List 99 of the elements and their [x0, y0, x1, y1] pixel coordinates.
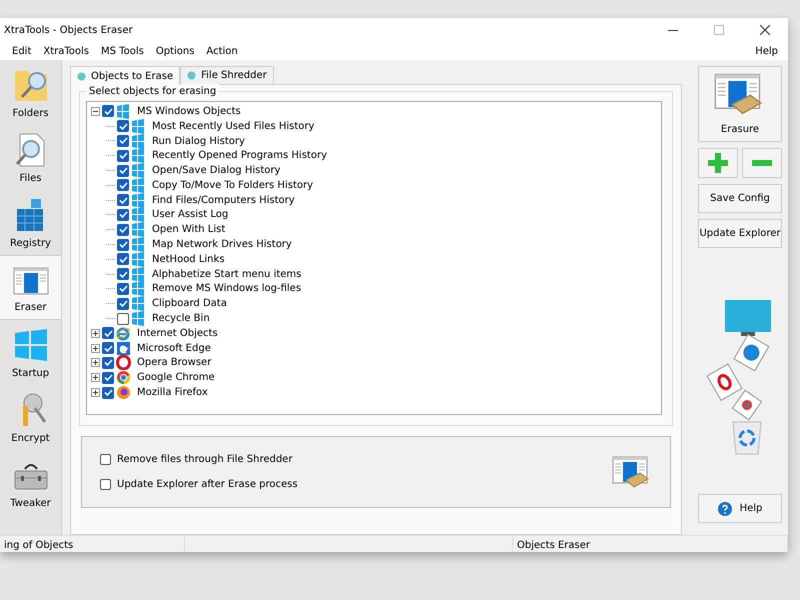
checkbox-label[interactable]: Remove files through File Shredder [117, 452, 292, 467]
tree-item-label[interactable]: Find Files/Computers History [152, 192, 295, 208]
windows-logo-icon [131, 163, 146, 178]
help-icon [718, 502, 732, 516]
menu-item[interactable]: Action [206, 44, 238, 58]
checkbox[interactable] [100, 479, 111, 490]
expand-icon[interactable] [91, 344, 100, 353]
windows-logo-icon [131, 178, 146, 193]
group-title: Select objects for erasing [86, 84, 220, 99]
firefox-logo-icon [116, 385, 131, 400]
opera-logo-icon [116, 355, 131, 370]
menu-item[interactable]: Options [156, 44, 194, 58]
checkbox[interactable] [102, 386, 114, 399]
window-title: XtraTools - Objects Eraser [4, 24, 133, 38]
save-config-button[interactable]: Save Config [698, 184, 782, 213]
checkbox[interactable] [102, 372, 114, 384]
checkbox[interactable] [117, 298, 129, 310]
menu-item[interactable]: Edit [12, 44, 32, 58]
tree-item-label[interactable]: Copy To/Move To Folders History [152, 178, 314, 193]
menu-item[interactable]: Help [755, 44, 778, 58]
windows-logo-icon [131, 252, 146, 267]
collapse-icon[interactable] [91, 106, 100, 116]
expand-icon[interactable] [91, 328, 100, 338]
checkbox[interactable] [117, 134, 129, 147]
tree-item-label[interactable]: Mozilla Firefox [137, 385, 208, 400]
tree-item-label[interactable]: Open With List [152, 222, 226, 238]
tree-item-label[interactable]: Recently Opened Programs History [152, 148, 327, 164]
checkbox[interactable] [102, 105, 114, 118]
checkbox[interactable] [102, 342, 114, 354]
eraser-window-icon [12, 265, 48, 297]
windows-logo-icon [131, 311, 146, 326]
bullet-icon [77, 72, 86, 80]
checkbox-label[interactable]: Update Explorer after Erase process [117, 477, 298, 492]
update-explorer-button[interactable]: Update Explorer [698, 219, 782, 248]
sidebar-item[interactable]: Eraser [0, 255, 61, 320]
tree-item-label[interactable]: NetHood Links [152, 252, 225, 267]
tree-item-label[interactable]: Map Network Drives History [152, 237, 292, 252]
windows-logo-icon [131, 192, 146, 208]
help-button[interactable]: Help [698, 494, 782, 523]
checkbox[interactable] [117, 194, 129, 206]
bullet-icon [187, 71, 196, 80]
sidebar-item[interactable]: Startup [0, 320, 61, 385]
status-text: Objects Eraser [513, 536, 788, 552]
sidebar-item[interactable]: Folders [0, 60, 61, 125]
checkbox[interactable] [117, 208, 129, 221]
checkbox[interactable] [117, 150, 129, 162]
checkbox[interactable] [117, 253, 129, 266]
tree-item-label[interactable]: Alphabetize Start menu items [152, 266, 302, 282]
tree-item-label[interactable]: Microsoft Edge [137, 340, 211, 356]
checkbox[interactable] [102, 327, 114, 340]
checkbox[interactable] [117, 282, 129, 295]
tab[interactable]: File Shredder [180, 66, 274, 84]
checkbox[interactable] [117, 164, 129, 177]
status-text: ing of Objects [0, 536, 185, 552]
menu-item[interactable]: XtraTools [43, 44, 90, 58]
sidebar-item[interactable]: Tweaker [0, 450, 61, 515]
windows-logo-icon [116, 104, 131, 119]
expand-icon[interactable] [91, 358, 100, 368]
menu-item[interactable]: MS Tools [101, 44, 144, 58]
tree-item-label[interactable]: Opera Browser [137, 355, 212, 370]
tree-item-label[interactable]: Open/Save Dialog History [152, 163, 280, 178]
windows-logo-icon [131, 207, 146, 222]
checkbox[interactable] [117, 120, 129, 132]
windows-logo-icon [131, 148, 146, 164]
tree-item-label[interactable]: Clipboard Data [152, 296, 227, 312]
close-icon[interactable] [760, 24, 770, 35]
windows-logo-icon [131, 237, 146, 252]
expand-icon[interactable] [91, 388, 100, 398]
windows-logo-icon [131, 281, 146, 296]
tree-item-label[interactable]: Internet Objects [137, 326, 218, 341]
tree-item-label[interactable]: Run Dialog History [152, 134, 245, 148]
tree-item-label[interactable]: Google Chrome [137, 370, 215, 386]
tree-item-label[interactable]: Most Recently Used Files History [152, 118, 314, 134]
minus-icon [752, 158, 772, 167]
tab[interactable]: Objects to Erase [70, 66, 180, 85]
checkbox[interactable] [117, 238, 129, 251]
checkbox[interactable] [117, 179, 129, 192]
checkbox[interactable] [100, 454, 111, 465]
tree-item-label[interactable]: MS Windows Objects [137, 104, 241, 119]
tree-item-label[interactable]: Recycle Bin [152, 311, 210, 326]
windows-logo-icon [131, 222, 146, 238]
expand-icon[interactable] [91, 373, 100, 382]
windows-logo-icon [131, 118, 146, 134]
tree-item-label[interactable]: User Assist Log [152, 207, 228, 222]
sidebar-item[interactable]: Files [0, 125, 61, 190]
sidebar-item[interactable]: Registry [0, 190, 61, 255]
chrome-logo-icon [116, 370, 131, 386]
checkbox[interactable] [117, 312, 129, 325]
windows-logo-icon [131, 266, 146, 282]
windows-logo-icon [131, 296, 146, 312]
windows-logo-icon [12, 327, 48, 363]
checkbox[interactable] [102, 356, 114, 369]
windows-logo-icon [131, 134, 146, 148]
tree-item-label[interactable]: Remove MS Windows log-files [152, 281, 302, 296]
sidebar-item[interactable]: Encrypt [0, 385, 61, 450]
plus-icon [708, 153, 728, 173]
checkbox[interactable] [117, 268, 129, 280]
erasure-button[interactable]: Erasure [698, 66, 782, 142]
checkbox[interactable] [117, 224, 129, 236]
